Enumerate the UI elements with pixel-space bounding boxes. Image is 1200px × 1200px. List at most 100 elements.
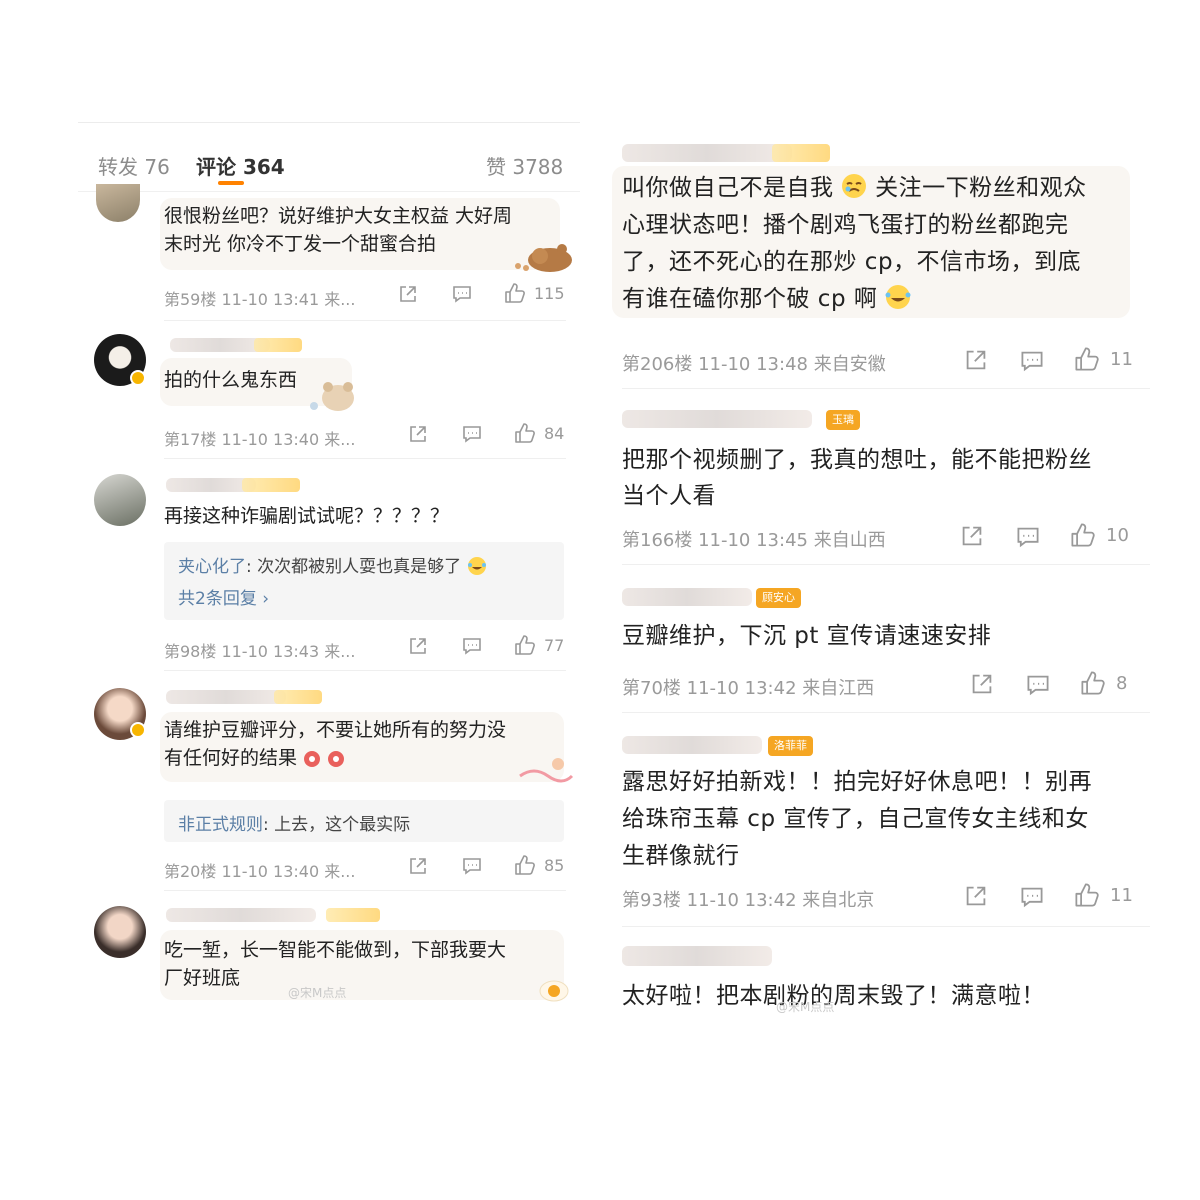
like-count: 85 — [544, 855, 565, 875]
divider — [622, 564, 1150, 565]
left-comment-panel: 转发 76 评论 364 赞 3788 很恨粉丝吧？说好维护大女主权益 大好周 … — [78, 122, 580, 1022]
watermark: @宋M点点 — [288, 986, 347, 1000]
share-button[interactable] — [960, 524, 984, 548]
comment-text-line: 吃一堑，长一智能不能做到，下部我要大 — [164, 939, 507, 961]
share-button[interactable] — [964, 884, 988, 908]
comment-text-line: 生群像就行 — [622, 843, 740, 869]
blurred-fan-badge — [254, 338, 302, 352]
comment-icon — [1021, 887, 1043, 908]
bear-sticker-icon — [310, 382, 354, 411]
tab-reposts[interactable]: 转发 76 — [98, 151, 170, 180]
comment-button[interactable] — [452, 285, 472, 303]
share-icon — [966, 350, 986, 370]
divider — [622, 926, 1150, 927]
share-button[interactable] — [970, 672, 994, 696]
share-button[interactable] — [408, 856, 428, 876]
like-count: 11 — [1110, 884, 1133, 906]
blurred-fan-badge — [242, 478, 300, 492]
comment-button[interactable] — [462, 425, 482, 443]
share-button[interactable] — [408, 636, 428, 656]
like-button[interactable]: 8 — [1080, 670, 1127, 696]
like-icon — [1071, 523, 1095, 547]
like-icon — [1075, 883, 1099, 907]
like-button[interactable]: 115 — [504, 282, 565, 304]
tab-bar: 转发 76 评论 364 赞 3788 — [78, 122, 580, 192]
divider — [164, 458, 566, 459]
blurred-username — [622, 946, 772, 966]
share-icon — [410, 638, 426, 654]
comment-icon — [1017, 527, 1039, 548]
comment-text-line: 有谁在磕你那个破 cp 啊 — [622, 281, 911, 318]
like-button[interactable]: 77 — [514, 634, 564, 656]
comment-text-fragment: 有谁在磕你那个破 cp 啊 — [622, 286, 878, 312]
tab-comments[interactable]: 评论 364 — [196, 151, 285, 180]
like-icon — [505, 283, 525, 303]
comment-button[interactable] — [1026, 674, 1050, 696]
comment-text-fragment: 关注一下粉丝和观众 — [875, 175, 1087, 201]
comment-button[interactable] — [1020, 886, 1044, 908]
blurred-username — [166, 908, 316, 922]
comment-meta: 第206楼 11-10 13:48 来自安徽 — [622, 354, 886, 375]
avatar[interactable] — [94, 906, 146, 958]
comment-icon — [463, 858, 481, 875]
blurred-username — [622, 588, 752, 606]
comment-icon — [463, 426, 481, 443]
laugh-cry-emoji-icon — [467, 557, 486, 575]
like-button[interactable]: 11 — [1074, 882, 1133, 908]
blurred-fan-badge — [772, 144, 830, 162]
comment-button[interactable] — [462, 637, 482, 655]
share-button[interactable] — [398, 284, 418, 304]
reply-text: : 次次都被别人耍也真是够了 — [246, 557, 462, 577]
divider — [622, 388, 1150, 389]
comment-text-line: 拍的什么鬼东西 — [164, 369, 298, 391]
tab-comments-count: 364 — [242, 155, 285, 179]
comment-text-line: 给珠帘玉幕 cp 宣传了，自己宣传女主线和女 — [622, 806, 1089, 832]
comment-button[interactable] — [1016, 526, 1040, 548]
comment-icon — [453, 286, 471, 303]
reply-author[interactable]: 夹心化了 — [178, 557, 246, 577]
tab-likes-label: 赞 — [486, 155, 506, 179]
comment-text-line: 当个人看 — [622, 483, 716, 509]
reply-line: 非正式规则: 上去，这个最实际 — [178, 810, 410, 835]
active-tab-indicator — [218, 181, 244, 185]
tab-reposts-count: 76 — [144, 155, 170, 179]
share-icon — [972, 674, 992, 694]
share-icon — [410, 858, 426, 874]
egg-sticker-icon — [539, 980, 569, 1002]
reply-text: : 上去，这个最实际 — [263, 815, 411, 835]
comment-text-fragment: 有任何好的结果 — [164, 747, 298, 769]
share-button[interactable] — [964, 348, 988, 372]
like-icon — [515, 423, 535, 443]
like-button[interactable]: 10 — [1070, 522, 1129, 548]
like-count: 8 — [1116, 672, 1128, 694]
comment-text-line: 把那个视频删了，我真的想吐，能不能把粉丝 — [622, 447, 1092, 473]
comment-icon — [463, 638, 481, 655]
blurred-username — [166, 690, 286, 704]
tab-likes[interactable]: 赞 3788 — [486, 151, 563, 180]
like-count: 84 — [544, 423, 565, 443]
like-button[interactable]: 11 — [1074, 346, 1133, 372]
divider — [164, 320, 566, 321]
like-icon — [515, 635, 535, 655]
like-count: 10 — [1106, 524, 1129, 546]
like-button[interactable]: 85 — [514, 854, 564, 876]
comment-meta: 第59楼 11-10 13:41 来... — [164, 290, 356, 309]
comment-icon — [1021, 351, 1043, 372]
right-comment-panel: 叫你做自己不是自我 关注一下粉丝和观众 心理状态吧！播个剧鸡飞蛋打的粉丝都跑完 … — [600, 132, 1160, 1032]
like-icon — [515, 855, 535, 875]
blurred-username — [622, 410, 812, 428]
like-count: 115 — [534, 283, 565, 303]
red-emoji-icon — [328, 751, 345, 767]
red-emoji-icon — [304, 751, 321, 767]
comment-meta: 第166楼 11-10 13:45 来自山西 — [622, 530, 886, 551]
reply-author[interactable]: 非正式规则 — [178, 815, 263, 835]
verified-icon — [130, 722, 146, 738]
avatar[interactable] — [96, 184, 140, 222]
avatar[interactable] — [94, 474, 146, 526]
comment-button[interactable] — [1020, 350, 1044, 372]
share-button[interactable] — [408, 424, 428, 444]
comment-button[interactable] — [462, 857, 482, 875]
like-button[interactable]: 84 — [514, 422, 564, 444]
like-count: 77 — [544, 635, 565, 655]
view-replies-link[interactable]: 共2条回复 › — [178, 584, 269, 609]
